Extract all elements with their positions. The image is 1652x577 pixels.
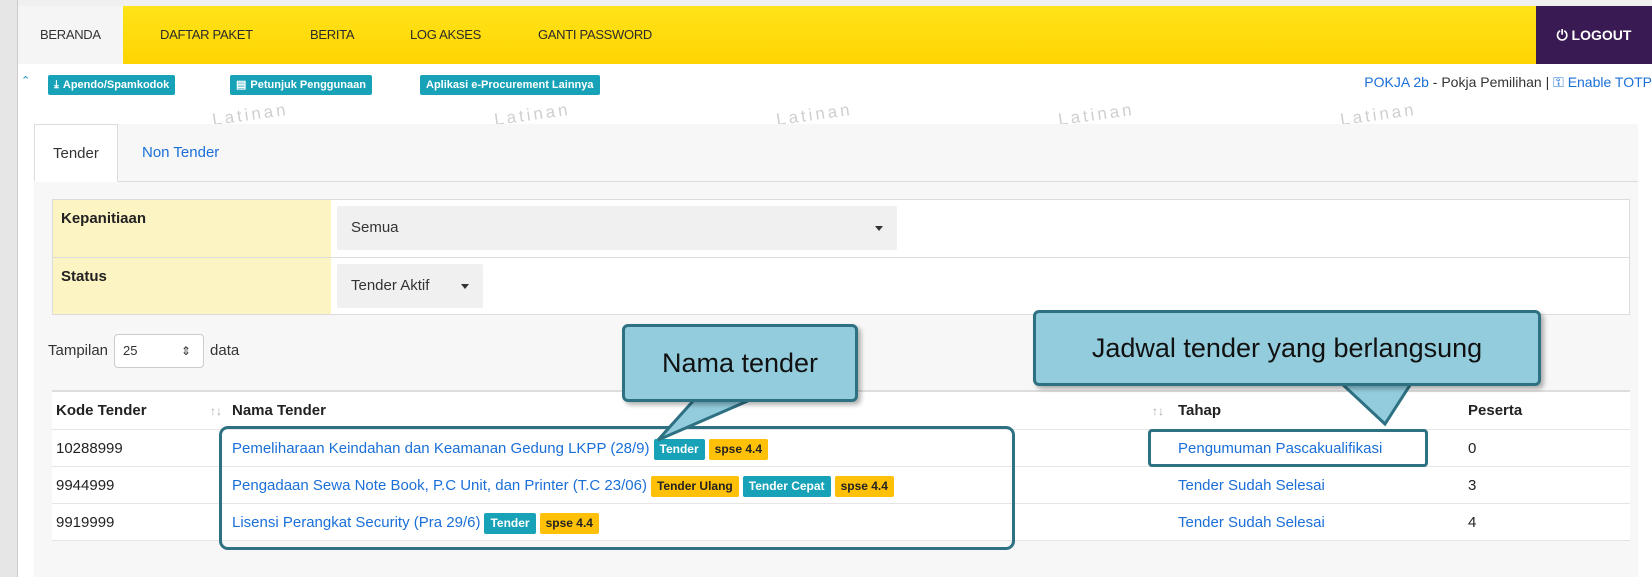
- callout-jadwal-tender: Jadwal tender yang berlangsung: [1033, 310, 1541, 386]
- callout-tail-jadwal: [1336, 380, 1415, 427]
- callout-nama-tender: Nama tender: [622, 324, 858, 402]
- callout-tail-nama: [656, 398, 751, 442]
- callout-tails: [656, 380, 1415, 442]
